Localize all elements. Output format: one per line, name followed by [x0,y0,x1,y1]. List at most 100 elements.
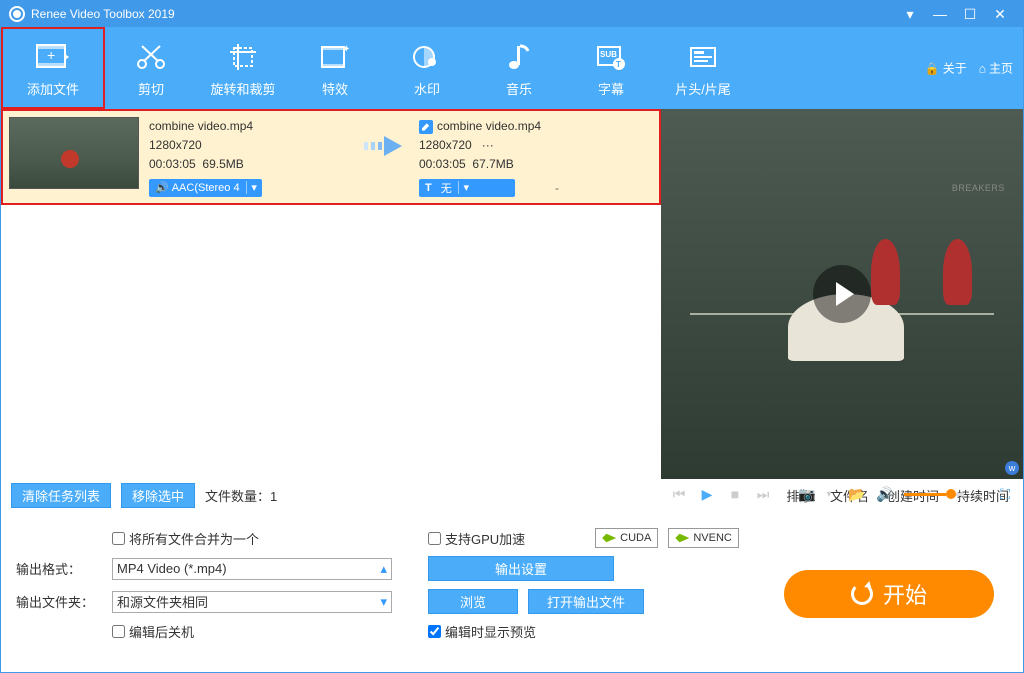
source-info: combine video.mp4 1280x720 00:03:05 69.5… [149,117,349,175]
cuda-badge: CUDA [595,528,658,548]
dest-filename: combine video.mp4 [437,117,541,136]
fullscreen-button[interactable]: ⛶ [996,486,1014,503]
subtitle-track-dropdown[interactable]: T 无 ▾ [419,179,515,197]
output-folder-value: 和源文件夹相同 [117,592,208,611]
audio-track-label: AAC(Stereo 4 [172,182,240,194]
content-area: combine video.mp4 1280x720 00:03:05 69.5… [1,109,1023,479]
rotate-crop-button[interactable]: 旋转和裁剪 [197,27,289,109]
subtitle-icon: SUBT [593,39,629,75]
home-label: 主页 [989,60,1013,77]
watermark-badge: w [1005,461,1019,475]
main-toolbar: + 添加文件 剪切 旋转和裁剪 ✦ 特效 水印 音乐 SUBT [1,27,1023,109]
shutdown-checkbox[interactable]: 编辑后关机 [112,622,392,641]
crop-icon [225,39,261,75]
add-file-label: 添加文件 [27,79,79,98]
nvidia-icon [602,531,616,545]
browse-button[interactable]: 浏览 [428,589,518,614]
volume-button[interactable]: 🔊 [876,486,894,503]
refresh-icon [851,583,873,605]
music-button[interactable]: 音乐 [473,27,565,109]
intro-icon [685,39,721,75]
preview-play-button[interactable] [813,265,871,323]
rotate-crop-label: 旋转和裁剪 [210,79,275,98]
cut-button[interactable]: 剪切 [105,27,197,109]
arrow-icon [359,131,409,161]
snapshot-dropdown[interactable]: ▾ [820,489,838,500]
source-time-size: 00:03:05 69.5MB [149,155,349,174]
lock-icon: 🔒 [925,61,940,75]
effects-button[interactable]: ✦ 特效 [289,27,381,109]
maximize-button[interactable]: ☐ [955,6,985,23]
open-output-folder-button[interactable]: 打开输出文件 [528,589,644,614]
chevron-down-icon: ▾ [458,181,474,194]
next-button[interactable]: ⏭ [754,486,772,503]
output-settings-button[interactable]: 输出设置 [428,556,614,581]
gpu-label: 支持GPU加速 [445,529,525,548]
text-icon: T [425,182,432,194]
merge-label: 将所有文件合并为一个 [129,529,259,548]
about-link[interactable]: 🔒关于 [925,60,967,77]
watermark-label: 水印 [414,79,440,98]
merge-checkbox[interactable]: 将所有文件合并为一个 [112,529,392,548]
dash-label: - [555,181,559,195]
titlebar: Renee Video Toolbox 2019 ▾ — ☐ ✕ [1,1,1023,27]
scissors-icon [133,39,169,75]
edit-icon[interactable] [419,120,433,134]
subtitle-track-label: 无 [441,180,452,196]
stop-button[interactable]: ■ [726,486,744,502]
audio-track-dropdown[interactable]: 🔊AAC(Stereo 4 ▾ [149,179,262,197]
chevron-down-icon: ▾ [246,181,262,194]
prev-button[interactable]: ⏮ [670,486,688,503]
svg-text:✦: ✦ [342,44,350,55]
home-link[interactable]: ⌂主页 [979,60,1013,77]
play-button[interactable]: ▶ [698,486,716,503]
preview-pane: BREAKERS w [661,109,1023,479]
watermark-icon [409,39,445,75]
intro-label: 片头/片尾 [675,79,731,98]
output-folder-dropdown[interactable]: 和源文件夹相同▾ [112,591,392,613]
volume-slider[interactable] [904,493,964,496]
dest-resolution: 1280x720 ··· [419,136,559,155]
dropdown-button[interactable]: ▾ [895,6,925,23]
start-button[interactable]: 开始 [784,570,994,618]
preview-sign: BREAKERS [952,183,1005,193]
subtitle-label: 字幕 [598,79,624,98]
clear-list-button[interactable]: 清除任务列表 [11,483,111,508]
remove-selected-button[interactable]: 移除选中 [121,483,195,508]
svg-text:SUB: SUB [600,50,617,59]
speaker-icon: 🔊 [155,181,169,194]
output-format-value: MP4 Video (*.mp4) [117,561,227,576]
subtitle-button[interactable]: SUBT 字幕 [565,27,657,109]
open-folder-button[interactable]: 📂 [848,486,866,503]
gpu-checkbox[interactable]: 支持GPU加速 [428,529,525,548]
player-controls: ⏮ ▶ ■ ⏭ 📷 ▾ 📂 🔊 ⛶ [660,478,1024,510]
add-file-button[interactable]: + 添加文件 [1,27,105,109]
output-folder-label: 输出文件夹： [16,592,102,611]
output-format-dropdown[interactable]: MP4 Video (*.mp4) ▴ [112,558,392,580]
svg-text:+: + [47,47,55,63]
file-row[interactable]: combine video.mp4 1280x720 00:03:05 69.5… [1,109,661,205]
close-button[interactable]: ✕ [985,6,1015,23]
nvidia-icon [675,531,689,545]
effects-icon: ✦ [317,39,353,75]
effects-label: 特效 [322,79,348,98]
dest-info: combine video.mp4 1280x720 ··· 00:03:05 … [419,117,559,175]
watermark-button[interactable]: 水印 [381,27,473,109]
snapshot-button[interactable]: 📷 [798,486,816,503]
preview-checkbox[interactable]: 编辑时显示预览 [428,622,536,641]
minimize-button[interactable]: — [925,6,955,22]
file-count-label: 文件数量：1 [205,486,277,505]
music-icon [501,39,537,75]
shutdown-label: 编辑后关机 [129,622,194,641]
output-format-label: 输出格式： [16,559,102,578]
add-file-icon: + [35,39,71,75]
chevron-up-icon: ▴ [380,561,387,577]
file-thumbnail [9,117,139,189]
source-resolution: 1280x720 [149,136,349,155]
dest-time-size: 00:03:05 67.7MB [419,155,559,174]
nvenc-badge: NVENC [668,528,739,548]
intro-outro-button[interactable]: 片头/片尾 [657,27,749,109]
cut-label: 剪切 [138,79,164,98]
source-filename: combine video.mp4 [149,117,349,136]
music-label: 音乐 [506,79,532,98]
